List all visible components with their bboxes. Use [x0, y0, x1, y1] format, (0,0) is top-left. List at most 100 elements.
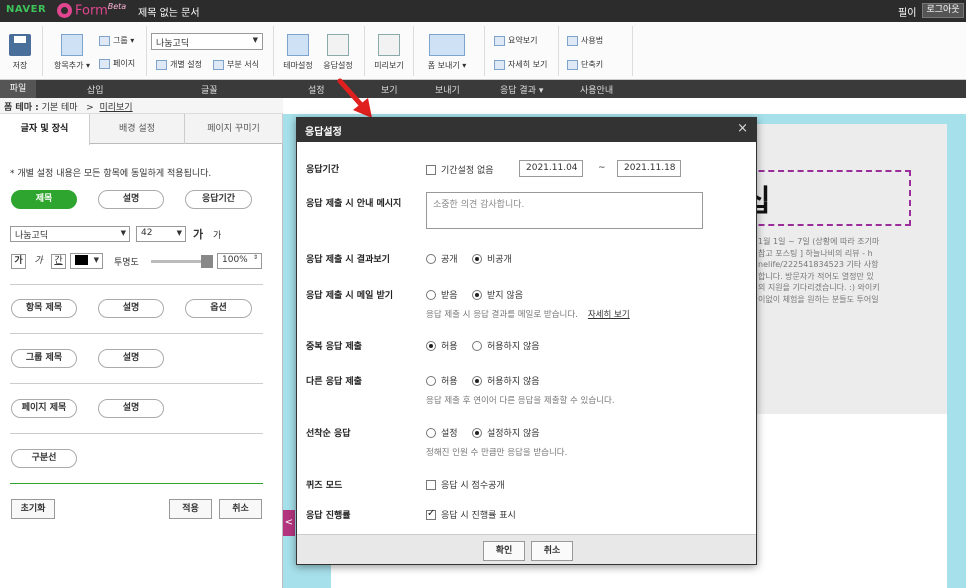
other-allow-radio[interactable] — [426, 376, 436, 386]
results-private-radio[interactable] — [472, 254, 482, 264]
save-button[interactable]: 저장 — [6, 34, 34, 71]
description-style-button[interactable]: 설명 — [98, 190, 164, 209]
font-select[interactable]: 나눔고딕 ▼ — [10, 226, 130, 242]
usage-button[interactable]: 사용법 — [567, 35, 603, 46]
cancel-button[interactable]: 취소 — [219, 499, 262, 519]
duplicate-deny-radio[interactable] — [472, 341, 482, 351]
save-icon — [9, 34, 31, 56]
shortcuts-button[interactable]: 단축키 — [567, 59, 603, 70]
response-settings-button[interactable]: 응답설정 — [320, 34, 356, 71]
opacity-slider-handle[interactable] — [201, 255, 213, 268]
group-title-style-button[interactable]: 그룹 제목 — [11, 349, 77, 368]
text-color-picker[interactable]: ▼ — [70, 253, 103, 269]
item-title-style-button[interactable]: 항목 제목 — [11, 299, 77, 318]
page-description-style-button[interactable]: 설명 — [98, 399, 164, 418]
response-settings-dialog: 응답설정 × 응답기간 기간설정 없음 2021.11.04 ~ 2021.11… — [296, 117, 757, 565]
detail-view-icon — [494, 59, 505, 70]
tab-page-decoration[interactable]: 페이지 꾸미기 — [185, 114, 283, 144]
send-form-button[interactable]: 폼 보내기 ▾ — [424, 34, 470, 71]
tab-file[interactable]: 파일 — [0, 80, 36, 98]
font-grow-button[interactable]: 가 — [193, 226, 203, 242]
document-title[interactable]: 제목 없는 문서 — [138, 4, 200, 19]
divider-style-button[interactable]: 구분선 — [11, 449, 77, 468]
individual-settings-button[interactable]: 개별 설정 — [156, 59, 202, 70]
form-logo-text[interactable]: FormBeta — [75, 2, 126, 18]
option-style-button[interactable]: 옵션 — [185, 299, 252, 318]
font-shrink-button[interactable]: 가 — [213, 228, 221, 241]
mail-receive-radio[interactable] — [426, 290, 436, 300]
opacity-slider[interactable] — [151, 255, 213, 268]
start-date-input[interactable]: 2021.11.04 — [519, 160, 583, 177]
bold-button[interactable]: 가 — [11, 254, 26, 269]
opacity-input[interactable]: 100% ⇕ — [217, 253, 262, 269]
tab-response-results[interactable]: 응답 결과 ▾ — [500, 83, 543, 96]
underline-button[interactable]: 간 — [51, 254, 66, 269]
period-style-button[interactable]: 응답기간 — [185, 190, 252, 209]
italic-button[interactable]: 가 — [31, 254, 46, 269]
form-description[interactable]: 1월 1일 ~ 7일 (상황에 따라 조기마 참고 포스팅 ] 하늘나비의 리뷰… — [758, 236, 908, 305]
tab-insert[interactable]: 삽입 — [87, 83, 104, 96]
first-come-label: 선착순 응답 — [306, 429, 351, 439]
mail-no-receive-radio[interactable] — [472, 290, 482, 300]
tab-settings[interactable]: 설정 — [308, 83, 325, 96]
user-name: 필이 — [898, 8, 917, 19]
font-size-select[interactable]: 42 ▼ — [136, 226, 186, 242]
dialog-header: 응답설정 × — [297, 118, 756, 142]
theme-settings-button[interactable]: 테마설정 — [280, 34, 316, 71]
title-style-button[interactable]: 제목 — [11, 190, 77, 209]
close-icon[interactable]: × — [737, 121, 748, 136]
apply-note: * 개별 설정 내용은 모든 항목에 동일하게 적용됩니다. — [10, 169, 212, 179]
font-family-select[interactable]: 나눔고딕 ▼ — [151, 33, 263, 50]
tab-font[interactable]: 글꼴 — [201, 83, 218, 96]
chevron-down-icon: ▼ — [252, 36, 258, 44]
quiz-score-checkbox[interactable] — [426, 480, 436, 490]
no-period-label: 기간설정 없음 — [441, 166, 494, 176]
breadcrumb-preview-link[interactable]: 미리보기 — [99, 103, 132, 113]
no-period-checkbox[interactable] — [426, 165, 436, 175]
confirm-button[interactable]: 확인 — [483, 541, 525, 561]
first-come-set-label: 설정 — [441, 429, 458, 439]
mail-detail-link[interactable]: 자세히 보기 — [588, 310, 630, 320]
tab-text-decoration[interactable]: 글자 및 장식 — [0, 114, 90, 145]
partial-style-icon — [213, 59, 224, 70]
preview-button[interactable]: 미리보기 — [372, 34, 406, 71]
page-title-style-button[interactable]: 페이지 제목 — [11, 399, 77, 418]
tab-view[interactable]: 보기 — [381, 83, 398, 96]
other-response-label: 다른 응답 제출 — [306, 377, 362, 387]
apply-button[interactable]: 적용 — [169, 499, 212, 519]
group-button[interactable]: 그룹 ▾ — [99, 35, 134, 46]
group-description-style-button[interactable]: 설명 — [98, 349, 164, 368]
summary-view-button[interactable]: 요약보기 — [494, 35, 537, 46]
add-item-button[interactable]: 항목추가 ▾ — [52, 34, 92, 71]
tab-guide[interactable]: 사용안내 — [580, 83, 613, 96]
page-icon — [99, 58, 110, 69]
tab-background[interactable]: 배경 설정 — [90, 114, 185, 144]
tab-send[interactable]: 보내기 — [435, 83, 460, 96]
reset-button[interactable]: 초기화 — [11, 499, 55, 519]
dialog-cancel-button[interactable]: 취소 — [531, 541, 573, 561]
first-come-set-radio[interactable] — [426, 428, 436, 438]
first-come-description: 정해진 인원 수 만큼만 응답을 받습니다. — [426, 448, 568, 458]
add-item-icon — [61, 34, 83, 56]
partial-style-button[interactable]: 부분 서식 — [213, 59, 259, 70]
logout-button[interactable]: 로그아웃 — [922, 3, 964, 18]
end-date-input[interactable]: 2021.11.18 — [617, 160, 681, 177]
page-button[interactable]: 페이지 — [99, 58, 135, 69]
mail-description: 응답 제출 시 응답 결과를 메일로 받습니다. 자세히 보기 — [426, 310, 630, 320]
breadcrumb-theme[interactable]: 기본 테마 — [42, 103, 78, 113]
other-deny-radio[interactable] — [472, 376, 482, 386]
collapse-panel-tab[interactable]: < — [283, 510, 295, 536]
progress-label: 응답 진행률 — [306, 511, 351, 521]
detail-view-button[interactable]: 자세히 보기 — [494, 59, 547, 70]
chevron-down-icon: ▼ — [120, 229, 126, 237]
ribbon-tab-strip: 파일 삽입 글꼴 설정 보기 보내기 응답 결과 ▾ 사용안내 — [0, 80, 966, 98]
first-come-unset-radio[interactable] — [472, 428, 482, 438]
naver-logo[interactable]: NAVER — [6, 4, 46, 15]
message-textarea[interactable]: 소중한 의견 감사합니다. — [426, 192, 703, 229]
results-public-radio[interactable] — [426, 254, 436, 264]
duplicate-allow-radio[interactable] — [426, 341, 436, 351]
item-description-style-button[interactable]: 설명 — [98, 299, 164, 318]
progress-checkbox[interactable] — [426, 508, 436, 520]
other-deny-label: 허용하지 않음 — [487, 377, 540, 387]
response-settings-icon — [327, 34, 349, 56]
